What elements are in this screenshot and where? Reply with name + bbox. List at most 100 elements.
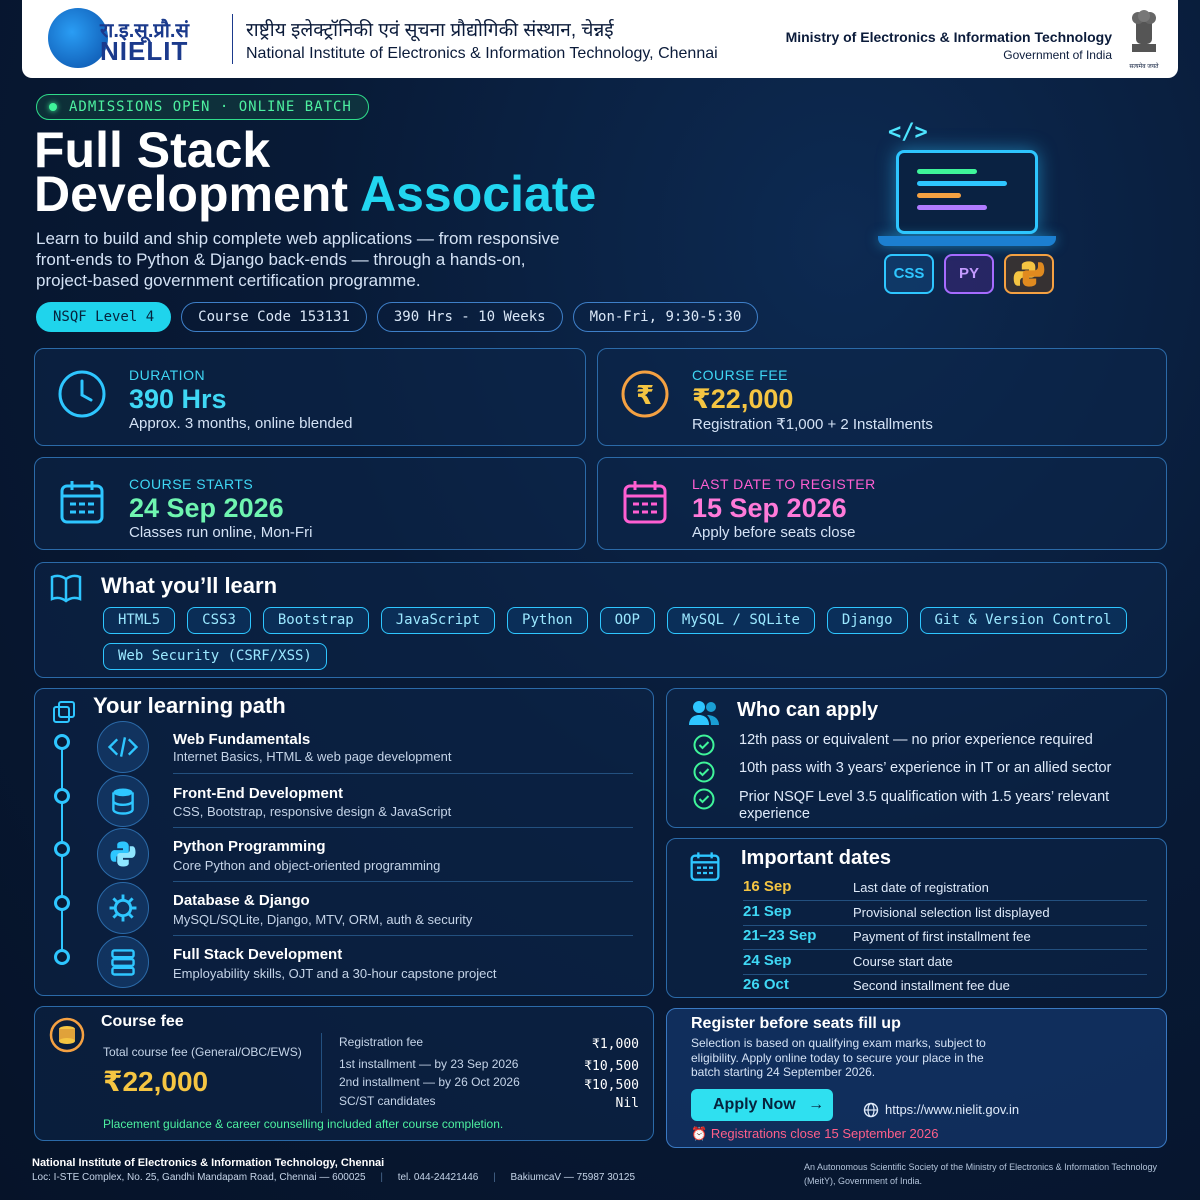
path-step-desc: Internet Basics, HTML & web page develop… <box>173 749 452 764</box>
website-link[interactable]: https://www.nielit.gov.in <box>885 1102 1019 1117</box>
date-day: 21 Sep <box>743 903 792 920</box>
learning-path-card: Your learning path Web Fundamentals Inte… <box>34 688 654 996</box>
last-date-value: 15 Sep 2026 <box>692 493 847 523</box>
skill-chip: HTML5 <box>103 607 176 634</box>
path-step-desc: CSS, Bootstrap, responsive design & Java… <box>173 804 452 819</box>
schedule-chip: Mon-Fri, 9:30-5:30 <box>572 302 759 332</box>
fee-sub: Registration ₹1,000 + 2 Installments <box>692 416 933 433</box>
path-separator <box>173 935 633 936</box>
skill-chip: CSS3 <box>187 607 251 634</box>
apply-now-button[interactable]: Apply Now → <box>691 1089 833 1121</box>
fee-title: Course fee <box>101 1013 184 1030</box>
clock-icon <box>58 370 106 418</box>
date-day: 21–23 Sep <box>743 927 817 944</box>
fee-row-amount: ₹1,000 <box>592 1037 639 1052</box>
register-text: Selection is based on qualifying exam ma… <box>691 1036 986 1079</box>
last-date-label: LAST DATE TO REGISTER <box>692 476 876 492</box>
footer-mobile: BakiumcaV — 75987 30125 <box>510 1172 636 1183</box>
nsqf-chip: NSQF Level 4 <box>36 302 172 332</box>
path-step-title: Database & Django <box>173 892 310 909</box>
fee-row-label: 1st installment — by 23 Sep 2026 <box>339 1057 519 1071</box>
css-badge: CSS <box>884 254 934 294</box>
skill-chip: Git & Version Control <box>919 607 1127 634</box>
date-event: Provisional selection list displayed <box>853 905 1050 920</box>
learning-path-title: Your learning path <box>93 693 286 718</box>
date-separator <box>743 974 1147 975</box>
logo-wordmark: NIELIT <box>100 36 189 66</box>
fee-row-amount: ₹10,500 <box>584 1078 639 1093</box>
database-icon <box>97 775 149 827</box>
laptop-icon <box>896 150 1038 234</box>
path-separator <box>173 773 633 774</box>
last-date-card: LAST DATE TO REGISTER 15 Sep 2026 Apply … <box>597 457 1167 550</box>
rupee-icon: ₹ <box>621 370 669 418</box>
eligibility-title: Who can apply <box>737 699 879 721</box>
skill-chip: MySQL / SQLite <box>666 607 815 634</box>
fee-total-label: Total course fee (General/OBC/EWS) <box>103 1045 302 1059</box>
fee-card: ₹ COURSE FEE ₹22,000 Registration ₹1,000… <box>597 348 1167 446</box>
alarm-clock-icon: ⏰ <box>691 1126 708 1141</box>
skill-chip: Python <box>507 607 588 634</box>
users-icon <box>689 701 719 725</box>
starts-value: 24 Sep 2026 <box>129 493 284 523</box>
header-divider <box>232 14 233 64</box>
course-meta-chips: NSQF Level 4 Course Code 153131 390 Hrs … <box>36 302 759 332</box>
register-title: Register before seats fill up <box>691 1015 901 1032</box>
path-step-desc: Employability skills, OJT and a 30-hour … <box>173 966 497 981</box>
footer-contact: Loc: I-STE Complex, No. 25, Gandhi Manda… <box>32 1172 636 1183</box>
skills-title: What you’ll learn <box>101 573 278 598</box>
path-step-title: Python Programming <box>173 838 326 855</box>
skill-chip: Django <box>826 607 908 634</box>
server-icon <box>97 936 149 988</box>
skills-card: What you’ll learn HTML5 CSS3 Bootstrap J… <box>34 562 1167 678</box>
layers-icon <box>53 701 75 723</box>
python-badge: PY <box>944 254 994 294</box>
footer-institute-name: National Institute of Electronics & Info… <box>32 1157 385 1169</box>
date-event: Last date of registration <box>853 880 989 895</box>
date-separator <box>743 900 1147 901</box>
code-icon <box>97 721 149 773</box>
course-starts-card: COURSE STARTS 24 Sep 2026 Classes run on… <box>34 457 586 550</box>
registration-close-notice: ⏰ Registrations close 15 September 2026 <box>691 1126 938 1142</box>
skill-chip: JavaScript <box>380 607 496 634</box>
skill-chip: Bootstrap <box>262 607 369 634</box>
course-code-chip: Course Code 153131 <box>181 302 367 332</box>
duration-sub: Approx. 3 months, online blended <box>129 415 353 432</box>
header-bar: रा.इ.सू.प्रौ.सं NIELIT राष्ट्रीय इलेक्ट्… <box>22 0 1178 78</box>
course-fee-card: Course fee Total course fee (General/OBC… <box>34 1006 654 1141</box>
dates-title: Important dates <box>741 847 892 869</box>
path-separator <box>173 881 633 882</box>
admissions-badge: ADMISSIONS OPEN · ONLINE BATCH <box>36 94 369 120</box>
date-day: 26 Oct <box>743 976 789 993</box>
eligibility-item: 10th pass with 3 years’ experience in IT… <box>739 760 1112 776</box>
hours-chip: 390 Hrs - 10 Weeks <box>376 302 563 332</box>
eligibility-item: Prior NSQF Level 3.5 qualification with … <box>739 789 1110 822</box>
calendar-icon <box>60 481 104 524</box>
register-card: Register before seats fill up Selection … <box>666 1008 1167 1148</box>
coins-icon <box>49 1017 85 1053</box>
path-dot <box>54 734 70 750</box>
nielit-logo-icon <box>48 8 108 68</box>
fee-row-label: Registration fee <box>339 1035 424 1049</box>
rupee-symbol: ₹ <box>636 381 654 411</box>
course-title-word: Development <box>34 166 348 222</box>
path-step-desc: MySQL/SQLite, Django, MTV, ORM, auth & s… <box>173 912 473 927</box>
fee-row-amount: Nil <box>615 1096 639 1111</box>
check-circle-icon <box>693 788 715 810</box>
arrow-right-icon: → <box>808 1096 825 1113</box>
date-day: 24 Sep <box>743 952 792 969</box>
date-event: Course start date <box>853 954 953 969</box>
path-step-title: Full Stack Development <box>173 946 343 963</box>
footer-location: Loc: I-STE Complex, No. 25, Gandhi Manda… <box>32 1172 366 1183</box>
fee-row-label: SC/ST candidates <box>339 1094 436 1108</box>
fee-row-amount: ₹10,500 <box>584 1059 639 1074</box>
path-dot <box>54 949 70 965</box>
eligibility-card: Who can apply 12th pass or equivalent — … <box>666 688 1167 828</box>
path-step-title: Front-End Development <box>173 785 344 802</box>
fee-note: Placement guidance & career counselling … <box>103 1117 504 1131</box>
emblem-motto: सत्यमेव जयते <box>1129 64 1159 70</box>
date-day: 16 Sep <box>743 878 792 895</box>
calendar-alert-icon <box>623 481 667 524</box>
check-circle-icon <box>693 761 715 783</box>
fee-value: ₹22,000 <box>692 384 794 414</box>
